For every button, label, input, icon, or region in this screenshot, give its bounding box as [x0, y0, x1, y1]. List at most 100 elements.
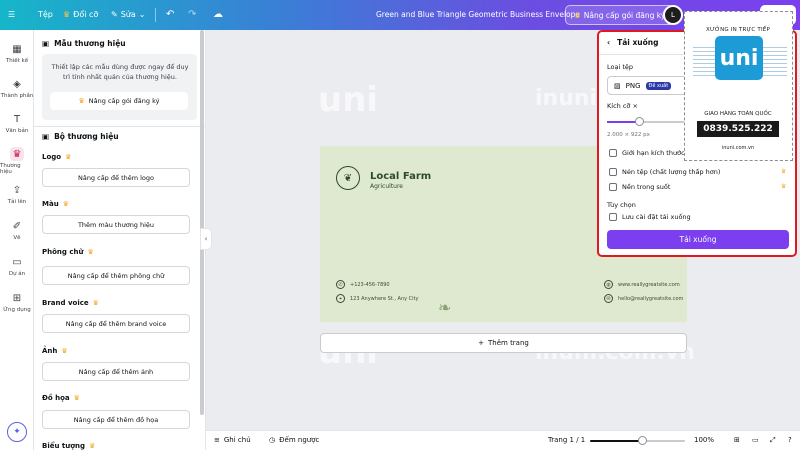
upgrade-graphics-button[interactable]: Nâng cấp để thêm đồ họa: [42, 410, 190, 429]
menu-icon[interactable]: ☰: [8, 10, 15, 19]
rail-item-design[interactable]: ▦ Thiết kế: [0, 42, 34, 65]
template-heading: ▣ Mẫu thương hiệu: [42, 39, 126, 48]
crown-icon: ♛: [62, 200, 69, 208]
bottom-bar: ≡ Ghi chú ◷ Đếm ngược Trang 1 / 1 100% ⊞…: [206, 430, 800, 450]
add-page-label: Thêm trang: [488, 339, 529, 347]
add-brand-color-button[interactable]: Thêm màu thương hiệu: [42, 215, 190, 234]
document-title[interactable]: Green and Blue Triangle Geometric Busine…: [376, 10, 580, 19]
template-info-box: Thiết lập các mẫu dùng được ngay để duy …: [42, 54, 197, 120]
crown-icon: ♛: [89, 442, 96, 450]
contact-phone-text: +123-456-7890: [350, 281, 390, 288]
contact-email: ✉ hello@reallygreatsite.com: [604, 294, 683, 303]
size-slider-handle[interactable]: [635, 117, 644, 126]
crown-icon: ♛: [87, 248, 94, 256]
page-indicator[interactable]: Trang 1 / 1: [548, 436, 585, 444]
edit-menu[interactable]: ✎ Sửa ⌄: [111, 10, 145, 19]
avatar[interactable]: L: [663, 5, 683, 25]
redo-icon[interactable]: ↷: [188, 9, 196, 20]
resize-label: Đổi cỡ: [73, 10, 99, 19]
fullscreen-icon[interactable]: ⤢: [770, 436, 776, 445]
rail-label: Thiết kế: [5, 58, 29, 64]
back-arrow-icon[interactable]: ‹: [607, 38, 610, 47]
download-header: ‹ Tải xuống: [607, 38, 659, 47]
contact-address: ⌖ 123 Anywhere St., Any City: [336, 294, 418, 303]
stamp-top-text: XƯỞNG IN TRỰC TIẾP: [706, 27, 770, 33]
group-label-fonts: Phông chữ ♛: [42, 248, 94, 256]
upgrade-button[interactable]: ♛ Nâng cấp gói đăng ký: [565, 5, 675, 25]
draw-icon: ✐: [12, 220, 22, 232]
compress-label: Nén tệp (chất lượng thấp hơn): [622, 168, 721, 176]
group-label-graphics: Đồ họa ♛: [42, 394, 80, 402]
add-page-button[interactable]: + Thêm trang: [320, 333, 687, 353]
plus-icon: +: [478, 339, 484, 347]
file-menu[interactable]: Tệp: [38, 10, 53, 19]
zoom-level-text: 100%: [694, 436, 715, 444]
timer-button[interactable]: ◷ Đếm ngược: [269, 436, 319, 444]
upgrade-photos-button[interactable]: Nâng cấp để thêm ảnh: [42, 362, 190, 381]
group-label-color: Màu ♛: [42, 200, 69, 208]
template-upgrade-label: Nâng cấp gói đăng ký: [88, 97, 160, 105]
upload-icon: ⇪: [12, 184, 22, 196]
rail-item-brand[interactable]: ♛ Thương hiệu: [0, 147, 34, 175]
rail-item-text[interactable]: T Văn bản: [0, 112, 34, 135]
transparent-bg-checkbox[interactable]: Nền trong suốt: [609, 183, 670, 191]
brand-name: Local Farm: [370, 171, 432, 182]
group-label-text: Brand voice: [42, 299, 89, 307]
transparent-bg-label: Nền trong suốt: [622, 183, 671, 191]
template-icon: ▣: [42, 39, 50, 48]
rail-label: Vẽ: [13, 235, 21, 241]
rail-item-elements[interactable]: ◈ Thành phần: [0, 77, 34, 100]
group-label-text: Đồ họa: [42, 394, 70, 402]
crown-icon: ♛: [92, 299, 99, 307]
upgrade-label: Nâng cấp gói đăng ký: [583, 10, 666, 20]
download-title: Tải xuống: [617, 38, 659, 47]
download-button[interactable]: Tải xuống: [607, 230, 789, 249]
crown-icon: ♛: [63, 10, 71, 19]
leaf-logo-icon: ❦: [336, 166, 360, 190]
rail-item-upload[interactable]: ⇪ Tải lên: [0, 183, 34, 206]
group-label-text: Logo: [42, 153, 62, 161]
compress-checkbox[interactable]: Nén tệp (chất lượng thấp hơn): [609, 168, 720, 176]
upgrade-logo-button[interactable]: Nâng cấp để thêm logo: [42, 168, 190, 187]
rail-label: Văn bản: [5, 128, 29, 134]
crown-icon: ♛: [781, 183, 787, 190]
zoom-level[interactable]: 100%: [694, 436, 714, 444]
checkbox-box: [609, 183, 617, 191]
cloud-sync-icon[interactable]: ☁: [213, 9, 223, 20]
help-icon[interactable]: ?: [788, 436, 792, 444]
zoom-slider-fill: [590, 440, 643, 442]
grid-view-icon[interactable]: ⊞: [734, 436, 740, 444]
rail-item-projects[interactable]: ▭ Dự án: [0, 255, 34, 278]
file-type-value: PNG: [625, 81, 641, 90]
resize-button[interactable]: ♛ Đổi cỡ: [63, 10, 98, 19]
watermark-mark: uni: [318, 80, 379, 120]
stamp-web: inuni.com.vn: [721, 145, 755, 151]
zoom-slider-handle[interactable]: [638, 436, 648, 445]
file-type-select[interactable]: ▨ PNG Đề xuất: [607, 76, 691, 95]
chevron-down-icon: ⌄: [138, 10, 146, 19]
panel-scrollbar[interactable]: [200, 30, 204, 415]
rail-label: Thương hiệu: [0, 163, 21, 175]
timer-label: Đếm ngược: [279, 436, 320, 444]
stamp-logo: uni: [715, 36, 763, 80]
text-icon: T: [13, 113, 21, 125]
upgrade-brand-voice-button[interactable]: Nâng cấp để thêm brand voice: [42, 314, 190, 333]
rail-item-draw[interactable]: ✐ Vẽ: [0, 219, 34, 242]
undo-icon[interactable]: ↶: [166, 9, 174, 20]
magic-assistant-icon[interactable]: ✦: [7, 422, 27, 442]
notes-button[interactable]: ≡ Ghi chú: [214, 436, 251, 444]
save-settings-checkbox[interactable]: Lưu cài đặt tải xuống: [609, 213, 691, 221]
contact-website-text: www.reallygreatsite.com: [618, 281, 680, 288]
upgrade-fonts-button[interactable]: Nâng cấp để thêm phông chữ: [42, 266, 190, 285]
rail-label: Thành phần: [0, 93, 34, 99]
pages-view-icon[interactable]: ▭: [752, 436, 759, 444]
crown-icon: ♛: [78, 97, 85, 105]
rail-item-apps[interactable]: ⊞ Ứng dụng: [0, 291, 34, 314]
contact-email-text: hello@reallygreatsite.com: [618, 295, 684, 302]
page-indicator-text: Trang 1 / 1: [548, 436, 586, 444]
edit-label: Sửa: [120, 10, 136, 19]
rail-label: Tải lên: [7, 199, 27, 205]
collapse-panel-button[interactable]: ‹: [200, 228, 212, 250]
template-upgrade-button[interactable]: ♛ Nâng cấp gói đăng ký: [50, 92, 188, 110]
brand-subtitle: Agriculture: [370, 183, 403, 190]
